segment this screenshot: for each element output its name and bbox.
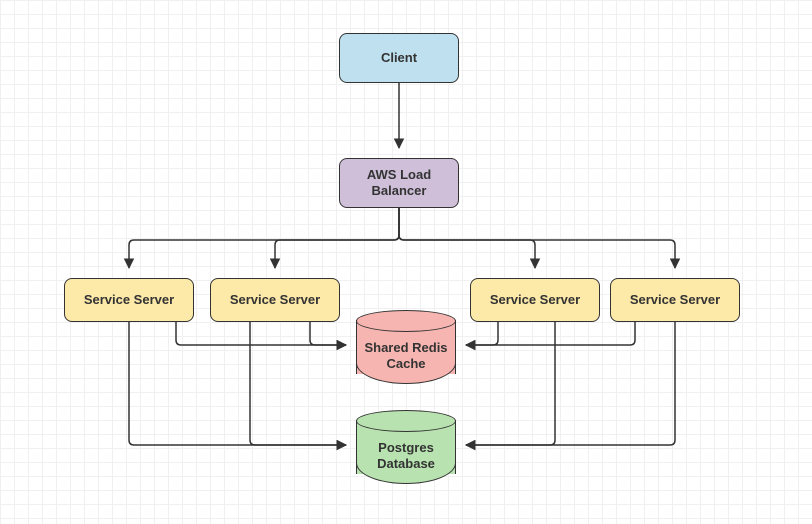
edge-s3-to-pg — [466, 322, 555, 445]
node-client: Client — [339, 33, 459, 83]
label-s2: Service Server — [230, 292, 320, 308]
edge-s1-to-redis — [176, 322, 346, 345]
label-s1: Service Server — [84, 292, 174, 308]
edge-lb-to-s3 — [399, 208, 535, 268]
edge-s3-to-redis — [466, 322, 498, 345]
edge-s4-to-redis — [466, 322, 635, 345]
label-pg: Postgres Database — [356, 440, 456, 471]
node-service-server-4: Service Server — [610, 278, 740, 322]
edge-s2-to-pg — [250, 322, 346, 445]
node-service-server-3: Service Server — [470, 278, 600, 322]
edge-s2-to-redis — [310, 322, 346, 345]
node-load-balancer: AWS Load Balancer — [339, 158, 459, 208]
node-service-server-2: Service Server — [210, 278, 340, 322]
edge-s4-to-pg — [466, 322, 675, 445]
node-redis-cache: Shared Redis Cache — [356, 310, 456, 384]
label-lb: AWS Load Balancer — [346, 167, 452, 198]
label-redis: Shared Redis Cache — [356, 340, 456, 371]
label-s4: Service Server — [630, 292, 720, 308]
architecture-diagram: { "nodes":{ "client":{"label":"Client","… — [0, 0, 812, 524]
edge-lb-to-s4 — [399, 208, 675, 268]
edge-lb-to-s2 — [275, 208, 399, 268]
node-postgres-database: Postgres Database — [356, 410, 456, 484]
label-client: Client — [381, 50, 417, 66]
node-service-server-1: Service Server — [64, 278, 194, 322]
edge-s1-to-pg — [129, 322, 346, 445]
edge-lb-to-s1 — [129, 208, 399, 268]
label-s3: Service Server — [490, 292, 580, 308]
